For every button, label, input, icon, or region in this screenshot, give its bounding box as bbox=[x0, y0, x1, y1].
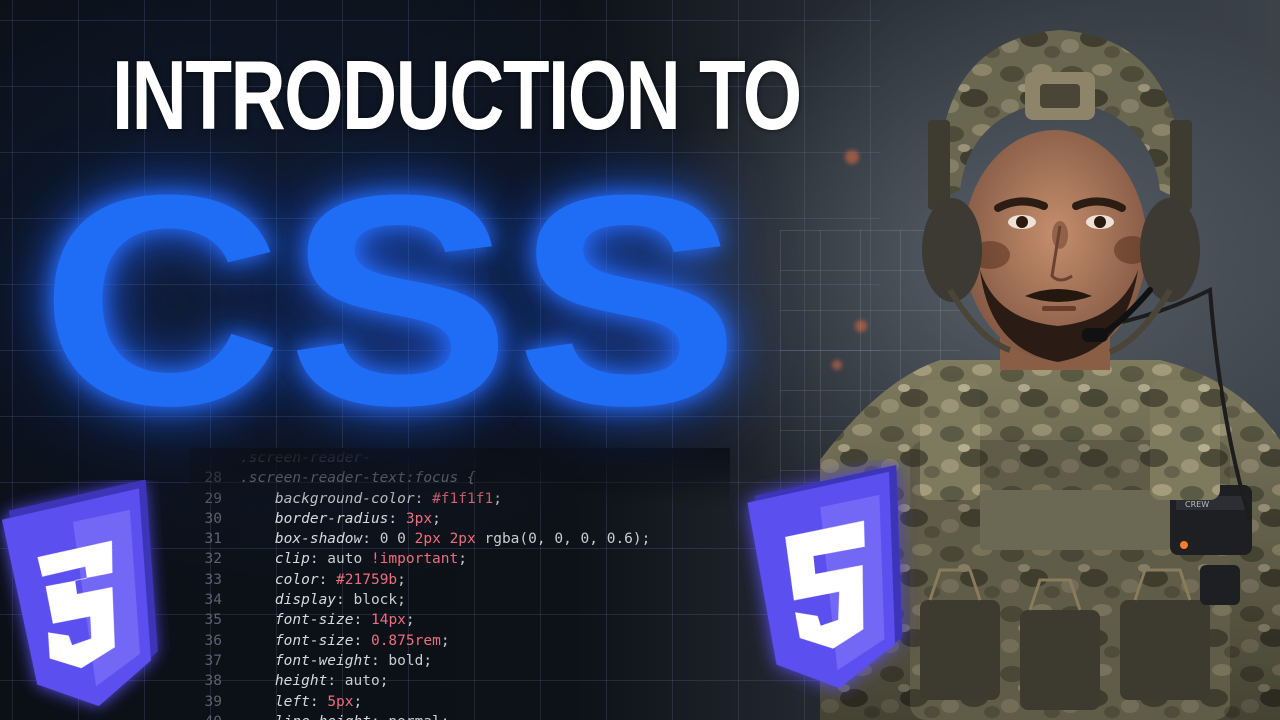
line-number: 31 bbox=[204, 531, 222, 548]
code-property: color bbox=[274, 571, 319, 588]
code-property: font-size bbox=[274, 632, 354, 649]
code-value: : normal; bbox=[371, 714, 450, 720]
line-number: 34 bbox=[204, 592, 222, 609]
line-number: 30 bbox=[204, 510, 222, 527]
radio-label: CREW bbox=[1185, 500, 1209, 509]
code-value: : block; bbox=[336, 592, 406, 609]
code-value: : bold; bbox=[370, 652, 433, 669]
code-line: 37 font-weight: bold; bbox=[190, 651, 730, 671]
code-line: 31 box-shadow: 0 0 2px 2px rgba(0, 0, 0,… bbox=[190, 529, 730, 549]
code-value: : 5px; bbox=[309, 693, 363, 710]
line-number: 40 bbox=[190, 712, 222, 720]
code-line: 34 display: block; bbox=[190, 590, 730, 610]
code-value: : 0.875rem; bbox=[353, 632, 450, 649]
title-css: CSS bbox=[40, 132, 745, 468]
code-property: font-size bbox=[274, 612, 354, 629]
code-property: display bbox=[274, 592, 337, 609]
code-line: 33 color: #21759b; bbox=[190, 570, 730, 590]
code-property: font-weight bbox=[274, 652, 371, 669]
code-line: 30 border-radius: 3px; bbox=[190, 509, 730, 529]
code-line: 38 height: auto; bbox=[190, 671, 730, 691]
code-property: left bbox=[274, 693, 310, 710]
line-number: 39 bbox=[204, 693, 222, 710]
line-number: 36 bbox=[204, 632, 222, 649]
code-value: : auto; bbox=[327, 673, 389, 690]
code-property: line-height bbox=[275, 714, 371, 720]
code-value: : 3px; bbox=[388, 510, 441, 527]
code-value: : 14px; bbox=[353, 612, 415, 629]
code-property: height bbox=[274, 673, 328, 690]
code-property: box-shadow bbox=[274, 531, 363, 548]
line-number: 37 bbox=[204, 652, 222, 669]
line-number: 35 bbox=[204, 612, 222, 629]
line-number: 33 bbox=[204, 571, 222, 588]
css3-shield-icon bbox=[1, 480, 158, 707]
code-line: 35 font-size: 14px; bbox=[190, 610, 730, 630]
code-value: : auto !important; bbox=[309, 551, 467, 568]
code-line: 32 clip: auto !important; bbox=[190, 549, 730, 569]
code-value: : 0 0 2px 2px rgba(0, 0, 0, 0.6); bbox=[362, 531, 651, 548]
css-shield-icon bbox=[747, 464, 903, 689]
thumbnail: .screen-reader-28.screen-reader-text:foc… bbox=[0, 0, 1280, 720]
line-number: 38 bbox=[204, 673, 222, 690]
code-property: border-radius bbox=[274, 510, 389, 527]
code-line: 39 left: 5px; bbox=[190, 692, 730, 712]
code-property: clip bbox=[274, 551, 310, 568]
css-code-snippet: .screen-reader-28.screen-reader-text:foc… bbox=[190, 448, 730, 720]
code-value: : #21759b; bbox=[318, 571, 406, 588]
code-line: 36 font-size: 0.875rem; bbox=[190, 631, 730, 651]
code-line: 40 line-height: normal; bbox=[190, 712, 730, 720]
line-number: 32 bbox=[204, 551, 222, 568]
